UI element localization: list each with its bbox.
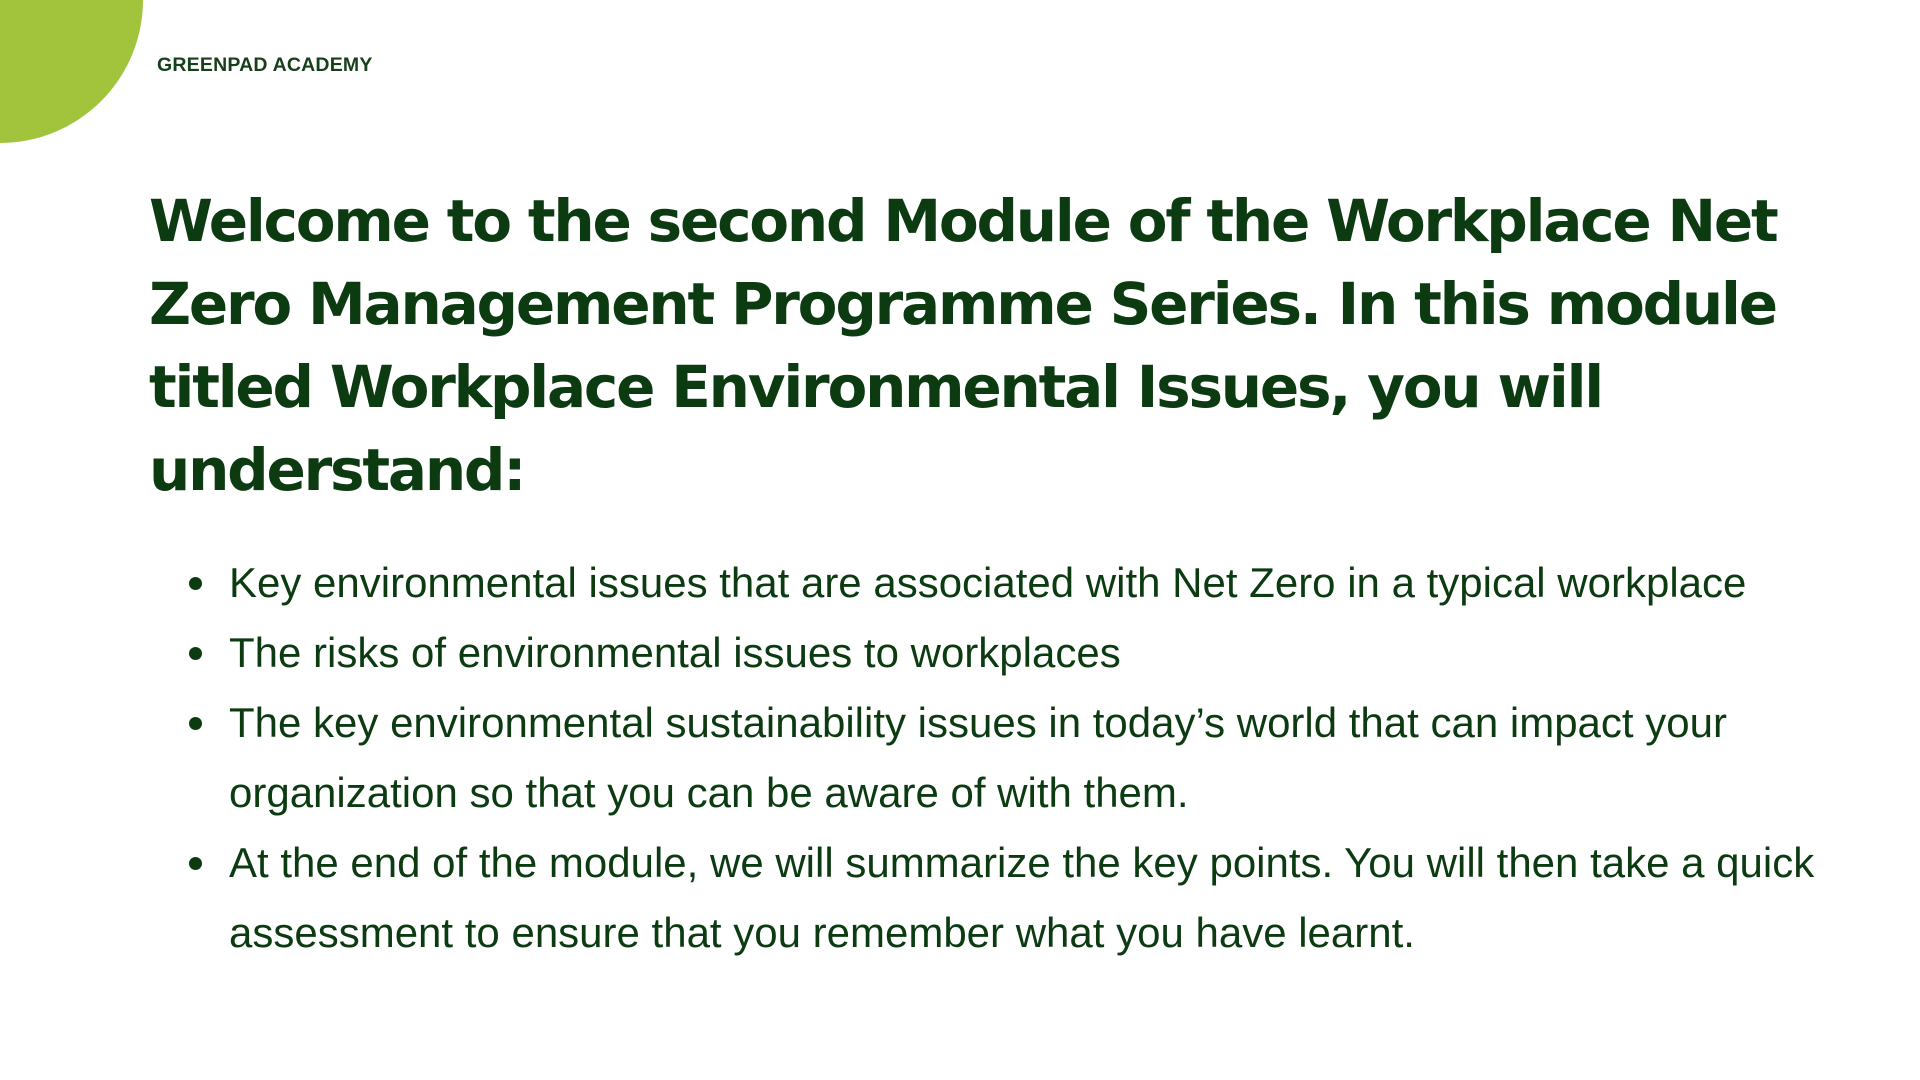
slide-heading: Welcome to the second Module of the Work… — [149, 187, 1779, 504]
corner-decoration — [0, 0, 143, 143]
bullet-dot-icon — [189, 577, 202, 590]
bullet-text: At the end of the module, we will summar… — [229, 839, 1815, 956]
bullet-dot-icon — [189, 717, 202, 730]
bullet-text: The risks of environmental issues to wor… — [229, 629, 1121, 676]
bullet-item: The risks of environmental issues to wor… — [149, 618, 1849, 688]
slide: GREENPAD ACADEMY Welcome to the second M… — [0, 0, 1920, 1080]
bullet-dot-icon — [189, 647, 202, 660]
bullet-list: Key environmental issues that are associ… — [149, 548, 1849, 968]
bullet-item: The key environmental sustainability iss… — [149, 688, 1849, 828]
bullet-item: Key environmental issues that are associ… — [149, 548, 1849, 618]
bullet-item: At the end of the module, we will summar… — [149, 828, 1849, 968]
bullet-text: Key environmental issues that are associ… — [229, 559, 1747, 606]
brand-name: GREENPAD ACADEMY — [157, 54, 373, 76]
bullet-text: The key environmental sustainability iss… — [229, 699, 1727, 816]
bullet-dot-icon — [189, 857, 202, 870]
